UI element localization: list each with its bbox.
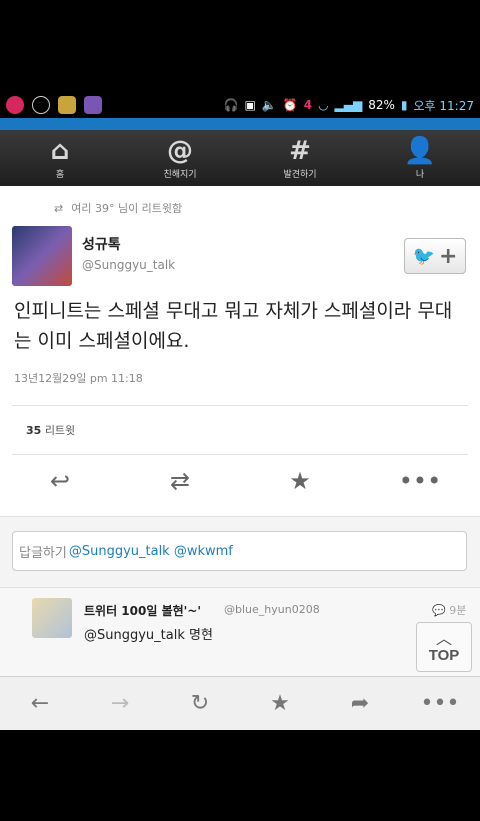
scroll-top-button[interactable]: ︿ TOP (416, 622, 472, 672)
retweet-count[interactable]: 35 리트윗 (26, 422, 75, 438)
reply-tweet[interactable]: 트위터 100일 볼현'~' @blue_hyun0208 💬 9분 @Sung… (0, 588, 480, 676)
reply-value: @Sunggyu_talk @wkwmf (68, 543, 233, 559)
bookmark-icon: ★ (270, 691, 290, 716)
menu-button[interactable]: ••• (400, 677, 480, 730)
profile-icon: 👤 (403, 135, 437, 166)
battery-icon: ▮ (400, 98, 408, 112)
refresh-button[interactable]: ↻ (160, 677, 240, 730)
home-icon: ⌂ (50, 135, 70, 166)
app-icon-1 (58, 96, 76, 114)
screen-icon: ▣ (244, 98, 256, 112)
lte-icon: 4 (303, 98, 313, 112)
mention-icon: @ (167, 135, 193, 166)
signal-icon: ▂▄▆ (334, 98, 363, 112)
twitter-bird-icon: 🐦 (412, 245, 435, 267)
user-handle[interactable]: @Sunggyu_talk (82, 258, 175, 272)
star-icon: ★ (289, 467, 311, 495)
reply-text: @Sunggyu_talk 명현 (84, 628, 213, 643)
retweeted-by-text: 여리 39° 님이 리트윗함 (71, 202, 183, 215)
headset-icon: 🎧 (223, 98, 239, 112)
tweet-actions: ↩ ⇄ ★ ••• (0, 458, 480, 504)
retweet-count-number: 35 (26, 424, 42, 437)
more-button[interactable]: ••• (360, 458, 480, 504)
comment-icon: 💬 (432, 604, 446, 617)
tweet-timestamp: 13년12월29일 pm 11:18 (14, 372, 143, 385)
forward-button[interactable]: → (80, 677, 160, 730)
nav-discover[interactable]: # 발견하기 (240, 130, 360, 186)
more-icon: ••• (420, 691, 460, 716)
reply-area: 답글하기 @Sunggyu_talk @wkwmf (0, 516, 480, 588)
retweet-small-icon: ⇄ (54, 201, 64, 215)
volume-icon: 🔈 (261, 98, 277, 112)
status-divider (0, 118, 480, 130)
share-icon: ➦ (350, 691, 370, 716)
avatar[interactable] (12, 226, 72, 286)
nav-bar: ⌂ 홈 @ 친해지기 # 발견하기 👤 나 (0, 130, 480, 186)
browser-toolbar: ← → ↻ ★ ➦ ••• (0, 676, 480, 730)
follow-button[interactable]: 🐦 + (404, 238, 466, 274)
bookmark-button[interactable]: ★ (240, 677, 320, 730)
battery-percent: 82% (368, 98, 395, 112)
reply-input[interactable]: 답글하기 @Sunggyu_talk @wkwmf (12, 531, 467, 571)
retweet-icon: ⇄ (169, 467, 191, 495)
retweet-button[interactable]: ⇄ (120, 458, 240, 504)
refresh-icon: ↻ (190, 691, 210, 716)
back-icon: ← (30, 691, 50, 716)
reply-icon: ↩ (49, 467, 71, 495)
divider (12, 405, 468, 406)
app-icon-2 (84, 96, 102, 114)
status-bar: 🎧 ▣ 🔈 ⏰ 4 ◡ ▂▄▆ 82% ▮ 오후 11:27 (0, 92, 480, 118)
reply-avatar[interactable] (32, 598, 72, 638)
forward-icon: → (110, 691, 130, 716)
nav-me-label: 나 (415, 169, 425, 180)
back-button[interactable]: ← (0, 677, 80, 730)
divider (12, 454, 468, 455)
hashtag-icon: # (289, 135, 311, 166)
plus-icon: + (438, 243, 458, 269)
user-name[interactable]: 성규톡 (82, 234, 121, 254)
reply-user-handle[interactable]: @blue_hyun0208 (224, 603, 320, 616)
reply-time-text: 9분 (449, 604, 467, 617)
tweet-detail: ⇄ 여리 39° 님이 리트윗함 성규톡 @Sunggyu_talk 🐦 + 인… (0, 186, 480, 676)
nav-discover-label: 발견하기 (283, 169, 317, 180)
nav-me[interactable]: 👤 나 (360, 130, 480, 186)
reply-button[interactable]: ↩ (0, 458, 120, 504)
nav-home[interactable]: ⌂ 홈 (0, 130, 120, 186)
alarm-icon: ⏰ (282, 98, 298, 112)
favorite-button[interactable]: ★ (240, 458, 360, 504)
top-button-label: TOP (428, 646, 460, 664)
nav-home-label: 홈 (55, 169, 65, 180)
nav-connect-label: 친해지기 (163, 169, 197, 180)
retweet-count-label: 리트윗 (44, 424, 76, 437)
share-button[interactable]: ➦ (320, 677, 400, 730)
reply-placeholder: 답글하기 (19, 545, 67, 561)
reply-time: 💬 9분 (432, 602, 466, 618)
nav-connect[interactable]: @ 친해지기 (120, 130, 240, 186)
clock: 오후 11:27 (413, 98, 474, 113)
notification-icon (32, 96, 50, 114)
wifi-icon: ◡ (318, 98, 329, 112)
more-icon: ••• (398, 467, 442, 495)
reply-user-name[interactable]: 트위터 100일 볼현'~' (84, 602, 201, 619)
retweet-attribution: ⇄ 여리 39° 님이 리트윗함 (54, 200, 182, 216)
tweet-text: 인피니트는 스페셜 무대고 뭐고 자체가 스페셜이라 무대는 이미 스페셜이에요… (14, 300, 453, 352)
uplus-icon (6, 96, 24, 114)
chevron-up-icon: ︿ (435, 628, 452, 648)
